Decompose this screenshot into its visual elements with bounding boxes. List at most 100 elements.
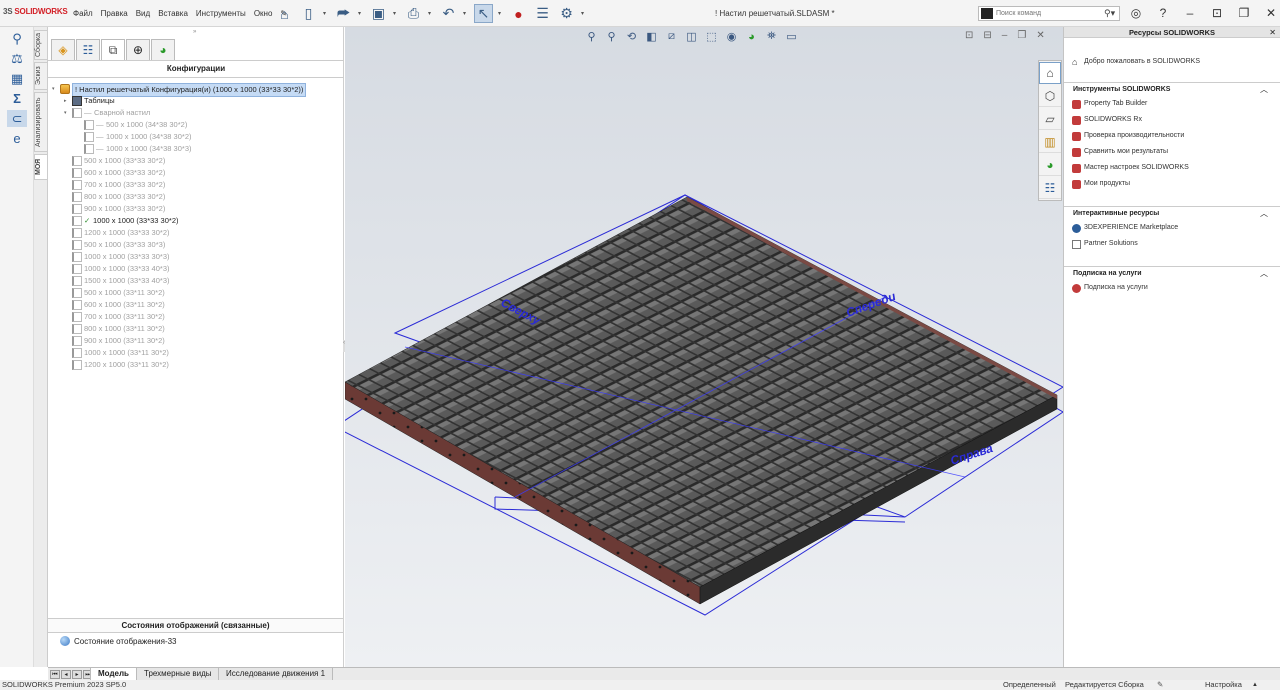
tree-item-config[interactable]: 500 x 1000 (33*33 30*3) bbox=[48, 239, 344, 251]
file-explorer-icon[interactable]: ▱ bbox=[1039, 108, 1061, 130]
tool-link[interactable]: Мастер настроек SOLIDWORKS bbox=[1064, 160, 1280, 176]
zoom-to-area-icon[interactable]: ⚲ bbox=[603, 28, 620, 45]
search-scope-icon[interactable] bbox=[981, 8, 993, 19]
minimize-icon[interactable]: – bbox=[1182, 5, 1198, 21]
print-dropdown-icon[interactable]: ▾ bbox=[428, 10, 434, 17]
save-icon[interactable]: ▣ bbox=[369, 4, 388, 23]
search-icon[interactable]: ⚲▾ bbox=[1104, 8, 1115, 19]
panel-expand-icon[interactable]: » bbox=[193, 29, 196, 35]
open-icon[interactable]: ⮫ bbox=[334, 4, 353, 23]
tree-item-config[interactable]: 1000 x 1000 (33*33 30*3) bbox=[48, 251, 344, 263]
solidworks-logo[interactable]: 3S SOLIDWORKS bbox=[3, 7, 68, 16]
tab-sketch[interactable]: Эскиз bbox=[34, 62, 48, 90]
undo-dropdown-icon[interactable]: ▾ bbox=[463, 10, 469, 17]
options-dropdown-icon[interactable]: ▾ bbox=[581, 10, 587, 17]
help-icon[interactable]: ? bbox=[1155, 5, 1171, 21]
restore-icon[interactable]: ⊡ bbox=[1209, 5, 1225, 21]
tree-item-config[interactable]: 700 x 1000 (33*33 30*2) bbox=[48, 179, 344, 191]
rebuild-status-icon[interactable]: ✎ bbox=[1157, 680, 1163, 690]
previous-view-icon[interactable]: ⟲ bbox=[623, 28, 640, 45]
search-mates-icon[interactable]: ⚲ bbox=[7, 30, 27, 47]
tool-link[interactable]: Сравнить мои результаты bbox=[1064, 144, 1280, 160]
design-library-icon[interactable]: ⬡ bbox=[1039, 85, 1061, 107]
tree-item-config[interactable]: —1000 x 1000 (34*38 30*2) bbox=[48, 131, 344, 143]
zoom-to-fit-icon[interactable]: ⚲ bbox=[583, 28, 600, 45]
undo-icon[interactable]: ↶ bbox=[439, 4, 458, 23]
rebuild-icon[interactable]: ● bbox=[509, 4, 528, 23]
magnet-icon[interactable]: ⊂ bbox=[7, 110, 27, 127]
tab-my[interactable]: МОЯ bbox=[34, 154, 48, 180]
tree-item-config[interactable]: —1000 x 1000 (34*38 30*3) bbox=[48, 143, 344, 155]
display-state-item[interactable]: Состояние отображения-33 bbox=[48, 633, 343, 649]
menu-insert[interactable]: Вставка bbox=[158, 9, 188, 18]
mass-properties-icon[interactable]: ⚖ bbox=[7, 50, 27, 67]
tree-item-config[interactable]: 1000 x 1000 (33*11 30*2) bbox=[48, 347, 344, 359]
tool-link[interactable]: Property Tab Builder bbox=[1064, 96, 1280, 112]
viewport-restore-icon[interactable]: ⊡ bbox=[965, 30, 973, 41]
appearances-icon[interactable]: ◕ bbox=[1039, 154, 1061, 176]
menu-edit[interactable]: Правка bbox=[101, 9, 128, 18]
tree-item-config[interactable]: 900 x 1000 (33*11 30*2) bbox=[48, 335, 344, 347]
tree-item-config[interactable]: 500 x 1000 (33*11 30*2) bbox=[48, 287, 344, 299]
viewport-close-icon[interactable]: ✕ bbox=[1036, 30, 1044, 41]
tree-item-config[interactable]: 700 x 1000 (33*11 30*2) bbox=[48, 311, 344, 323]
file-properties-icon[interactable]: ☰ bbox=[533, 4, 552, 23]
maximize-icon[interactable]: ❐ bbox=[1236, 5, 1252, 21]
collapse-chevron-icon[interactable]: ︿ bbox=[1260, 83, 1268, 97]
menu-tools[interactable]: Инструменты bbox=[196, 9, 246, 18]
view-settings-icon[interactable]: ▭ bbox=[783, 28, 800, 45]
tool-link[interactable]: SOLIDWORKS Rx bbox=[1064, 112, 1280, 128]
tree-item-tables[interactable]: ▸ Таблицы bbox=[48, 95, 344, 107]
expand-arrow-icon[interactable]: ▾ bbox=[52, 83, 59, 95]
tree-item-config[interactable]: 600 x 1000 (33*33 30*2) bbox=[48, 167, 344, 179]
display-manager-tab-icon[interactable]: ◕ bbox=[151, 39, 175, 60]
dimxpert-tab-icon[interactable]: ⊕ bbox=[126, 39, 150, 60]
display-style-icon[interactable]: ⬚ bbox=[703, 28, 720, 45]
tree-item-config[interactable]: —500 x 1000 (34*38 30*2) bbox=[48, 119, 344, 131]
expand-arrow-icon[interactable]: ▸ bbox=[64, 95, 71, 107]
tree-item-config-active[interactable]: ✓ 1000 x 1000 (33*33 30*2) bbox=[48, 215, 344, 227]
interactive-section[interactable]: Интерактивные ресурсы ︿ bbox=[1064, 206, 1280, 220]
tab-analyze[interactable]: Анализировать bbox=[34, 92, 48, 152]
subscription-section[interactable]: Подписка на услуги ︿ bbox=[1064, 266, 1280, 280]
graphics-area[interactable]: Сверху Спереди Справа bbox=[345, 27, 1063, 667]
feature-manager-tab-icon[interactable]: ◈ bbox=[51, 39, 75, 60]
tree-item-config[interactable]: 900 x 1000 (33*33 30*2) bbox=[48, 203, 344, 215]
save-dropdown-icon[interactable]: ▾ bbox=[393, 10, 399, 17]
menu-view[interactable]: Вид bbox=[136, 9, 150, 18]
resource-link[interactable]: 3DEXPERIENCE Marketplace bbox=[1064, 220, 1280, 236]
tools-section[interactable]: Инструменты SOLIDWORKS ︿ bbox=[1064, 82, 1280, 96]
units-dropdown-icon[interactable]: ▲ bbox=[1252, 680, 1258, 690]
collapse-chevron-icon[interactable]: ︿ bbox=[1260, 207, 1268, 221]
tree-item-config[interactable]: 800 x 1000 (33*33 30*2) bbox=[48, 191, 344, 203]
tab-assembly[interactable]: Сборка bbox=[34, 30, 48, 60]
resource-link[interactable]: Partner Solutions bbox=[1064, 236, 1280, 252]
expand-arrow-icon[interactable]: ▾ bbox=[64, 107, 71, 119]
first-tab-icon[interactable]: ⏮ bbox=[50, 670, 60, 679]
custom-properties-icon[interactable]: ☷ bbox=[1039, 177, 1061, 199]
view-palette-icon[interactable]: ▥ bbox=[1039, 131, 1061, 153]
tree-item-config[interactable]: 1200 x 1000 (33*11 30*2) bbox=[48, 359, 344, 371]
tree-item-config[interactable]: 1200 x 1000 (33*33 30*2) bbox=[48, 227, 344, 239]
welcome-link[interactable]: ⌂ Добро пожаловать в SOLIDWORKS bbox=[1064, 54, 1280, 70]
section-view-icon[interactable]: ◧ bbox=[643, 28, 660, 45]
subscription-link[interactable]: Подписка на услуги bbox=[1064, 280, 1280, 296]
hide-show-items-icon[interactable]: ◉ bbox=[723, 28, 740, 45]
tree-item-config[interactable]: 1500 x 1000 (33*33 40*3) bbox=[48, 275, 344, 287]
viewport-minimize-icon[interactable]: – bbox=[1002, 30, 1008, 41]
collapse-chevron-icon[interactable]: ︿ bbox=[1260, 267, 1268, 281]
home-icon[interactable]: ⌂ bbox=[275, 4, 294, 23]
tree-item-config[interactable]: 600 x 1000 (33*11 30*2) bbox=[48, 299, 344, 311]
select-icon[interactable]: ↖ bbox=[474, 4, 493, 23]
menu-window[interactable]: Окно bbox=[254, 9, 273, 18]
viewport-maximize-icon[interactable]: ❐ bbox=[1017, 30, 1026, 41]
account-icon[interactable]: ◎ bbox=[1128, 5, 1144, 21]
configuration-manager-tab-icon[interactable]: ⧉ bbox=[101, 39, 125, 60]
tool-link[interactable]: Проверка производительности bbox=[1064, 128, 1280, 144]
menu-file[interactable]: Файл bbox=[73, 9, 93, 18]
tab-model[interactable]: Модель bbox=[90, 668, 137, 680]
tree-item-weld[interactable]: ▾ — Сварной настил bbox=[48, 107, 344, 119]
dynamic-annotation-icon[interactable]: ⧄ bbox=[663, 28, 680, 45]
open-dropdown-icon[interactable]: ▾ bbox=[358, 10, 364, 17]
close-icon[interactable]: ✕ bbox=[1263, 5, 1279, 21]
